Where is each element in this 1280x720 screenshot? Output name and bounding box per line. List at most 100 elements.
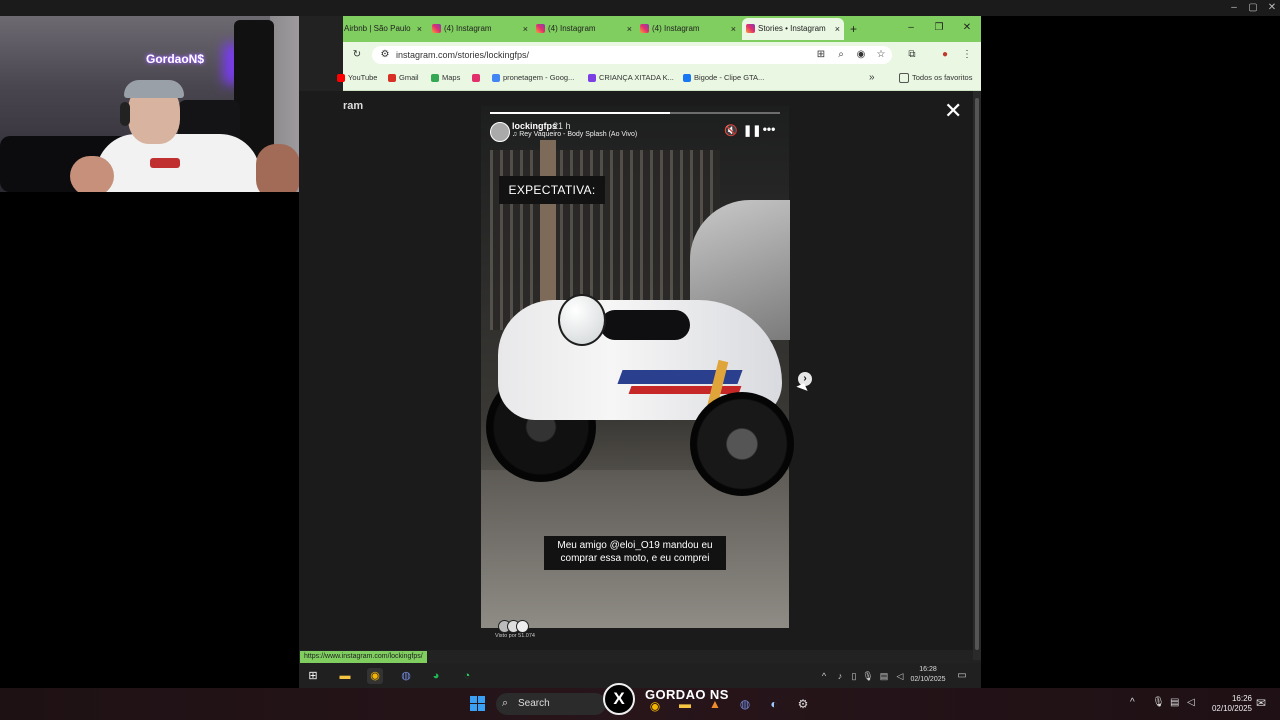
tab-label: (4) Instagram <box>652 24 700 33</box>
notification-icon[interactable]: ✉ <box>1256 696 1266 710</box>
chrome-icon[interactable]: ◉ <box>367 668 383 684</box>
spotify-icon[interactable]: ◕ <box>428 668 444 684</box>
webcam-person-arm <box>256 144 300 192</box>
instagram-wordmark[interactable]: ram <box>343 100 363 112</box>
viewer-avatars[interactable] <box>498 620 529 633</box>
x-logo-icon: X <box>603 683 635 715</box>
url-text[interactable]: instagram.com/stories/lockingfps/ <box>396 48 529 62</box>
zoom-icon[interactable]: ⌕ <box>834 48 848 62</box>
avatar[interactable] <box>490 122 510 142</box>
app-icon[interactable]: ▲ <box>706 695 724 713</box>
more-options-icon[interactable]: ••• <box>761 122 777 136</box>
bookmark-star-icon[interactable]: ☆ <box>874 48 888 62</box>
tab-airbnb[interactable]: Airbnb | São Paulo × <box>344 18 422 40</box>
search-label[interactable]: Search <box>518 698 550 709</box>
pause-icon[interactable]: ❚❚ <box>743 124 761 138</box>
captured-clock-time[interactable]: 16:28 <box>908 666 948 673</box>
close-story-button[interactable]: ✕ <box>944 100 962 122</box>
reload-icon[interactable]: ↻ <box>350 48 364 62</box>
streamer-tag: GordaoN$ <box>146 52 205 66</box>
tab-instagram[interactable]: (4) Instagram × <box>432 18 528 40</box>
host-close-button[interactable]: ✕ <box>1264 2 1280 14</box>
tray-chevron-icon[interactable]: ^ <box>816 668 832 684</box>
network-icon[interactable]: ▤ <box>876 668 892 684</box>
browser-close-button[interactable]: ✕ <box>954 18 980 38</box>
site-info-icon[interactable]: ⚙ <box>378 48 392 62</box>
bookmarks-overflow-button[interactable]: » <box>869 72 875 84</box>
tab-close-icon[interactable]: × <box>417 18 422 40</box>
new-tab-button[interactable]: + <box>850 18 862 40</box>
motorcycle-front-wheel <box>690 392 794 496</box>
windows-start-icon[interactable]: ⊞ <box>305 668 321 684</box>
bookmark-pronetagem[interactable]: pronetagem - Goog... <box>492 72 574 84</box>
youtube-icon <box>337 74 345 83</box>
folder-icon <box>899 73 909 84</box>
browser-menu-icon[interactable]: ⋮ <box>960 48 974 62</box>
link-icon <box>588 74 596 83</box>
tab-label: Stories • Instagram <box>758 24 826 33</box>
webcam-person-arm <box>70 156 114 192</box>
gmail-icon <box>388 74 396 83</box>
all-bookmarks-folder[interactable]: Todos os favoritos <box>899 72 972 84</box>
tracking-eye-icon[interactable]: ◉ <box>854 48 868 62</box>
caption-line-1: Meu amigo @eloi_O19 mandou eu <box>557 540 713 551</box>
tab-instagram[interactable]: (4) Instagram × <box>536 18 632 40</box>
extensions-icon[interactable]: ⧉ <box>905 48 919 62</box>
volume-icon[interactable]: ◁ <box>892 668 908 684</box>
clock-time[interactable]: 16:26 <box>1206 694 1252 703</box>
notification-icon[interactable]: ▭ <box>954 668 970 684</box>
settings-icon[interactable]: ⚙ <box>794 695 812 713</box>
instagram-icon <box>536 24 545 34</box>
volume-icon[interactable]: ◁ <box>1187 697 1195 708</box>
whatsapp-icon[interactable]: ◔ <box>459 668 475 684</box>
scrollbar-thumb[interactable] <box>975 98 979 650</box>
bookmark-maps[interactable]: Maps <box>431 72 460 84</box>
file-explorer-icon[interactable]: ▬ <box>337 668 353 684</box>
tab-instagram[interactable]: (4) Instagram × <box>640 18 736 40</box>
story-username[interactable]: lockingfps <box>512 121 557 131</box>
bookmark-youtube[interactable]: YouTube <box>337 72 377 84</box>
webcam-feed: GordaoN$ <box>0 16 343 192</box>
bookmark-crianca-xitada[interactable]: CRIANÇA XITADA K... <box>588 72 674 84</box>
bookmark-instagram[interactable] <box>472 72 483 84</box>
caption-line-2: comprar essa moto, e eu comprei <box>560 553 710 564</box>
instagram-icon <box>746 24 755 34</box>
network-icon[interactable]: ▤ <box>1170 697 1179 708</box>
story-caption: Meu amigo @eloi_O19 mandou eu comprar es… <box>544 536 726 570</box>
windows-start-icon[interactable] <box>470 696 486 712</box>
story-music-label[interactable]: ♫ Rey Vaqueiro - Body Splash (Ao Vivo) <box>512 131 637 138</box>
webcam-shirt-logo <box>150 158 180 168</box>
file-explorer-icon[interactable]: ▬ <box>676 695 694 713</box>
facebook-icon <box>683 74 691 83</box>
captured-clock-date[interactable]: 02/10/2025 <box>908 676 948 683</box>
tray-chevron-icon[interactable]: ^ <box>1130 697 1135 708</box>
bookmark-gmail[interactable]: Gmail <box>388 72 419 84</box>
microphone-icon[interactable]: 🎙 <box>860 668 876 684</box>
browser-restore-button[interactable]: ❐ <box>926 18 952 38</box>
tab-close-icon[interactable]: × <box>731 18 736 40</box>
host-maximize-button[interactable]: ▢ <box>1245 2 1261 14</box>
viewed-by-count[interactable]: Visto por 51.074 <box>495 633 535 639</box>
tab-close-icon[interactable]: × <box>523 18 528 40</box>
discord-icon[interactable]: ◍ <box>398 668 414 684</box>
host-minimize-button[interactable]: – <box>1226 2 1242 14</box>
bookmark-label: Gmail <box>399 73 419 82</box>
tab-close-icon[interactable]: × <box>835 18 840 40</box>
chrome-icon[interactable]: ◉ <box>646 697 664 715</box>
mute-icon[interactable]: 🔇 <box>724 124 738 138</box>
discord-icon[interactable]: ◍ <box>736 695 754 713</box>
profile-shield-icon[interactable]: ● <box>938 48 952 62</box>
instagram-icon <box>432 24 441 34</box>
story-timestamp: 21 h <box>553 121 571 131</box>
taskbar-search-box[interactable] <box>496 693 606 715</box>
microphone-icon[interactable]: 🎙 <box>1152 697 1165 708</box>
clock-date[interactable]: 02/10/2025 <box>1206 704 1252 713</box>
bookmark-bigode[interactable]: Bigode - Clipe GTA... <box>683 72 764 84</box>
tab-stories-active[interactable]: Stories • Instagram × <box>742 18 844 40</box>
tab-close-icon[interactable]: × <box>627 18 632 40</box>
install-app-icon[interactable]: ⊞ <box>814 48 828 62</box>
browser-minimize-button[interactable]: – <box>898 18 924 38</box>
steam-icon[interactable]: ◐ <box>765 695 783 713</box>
status-bar-link: https://www.instagram.com/lockingfps/ <box>300 651 427 663</box>
search-icon: ⌕ <box>502 697 509 709</box>
